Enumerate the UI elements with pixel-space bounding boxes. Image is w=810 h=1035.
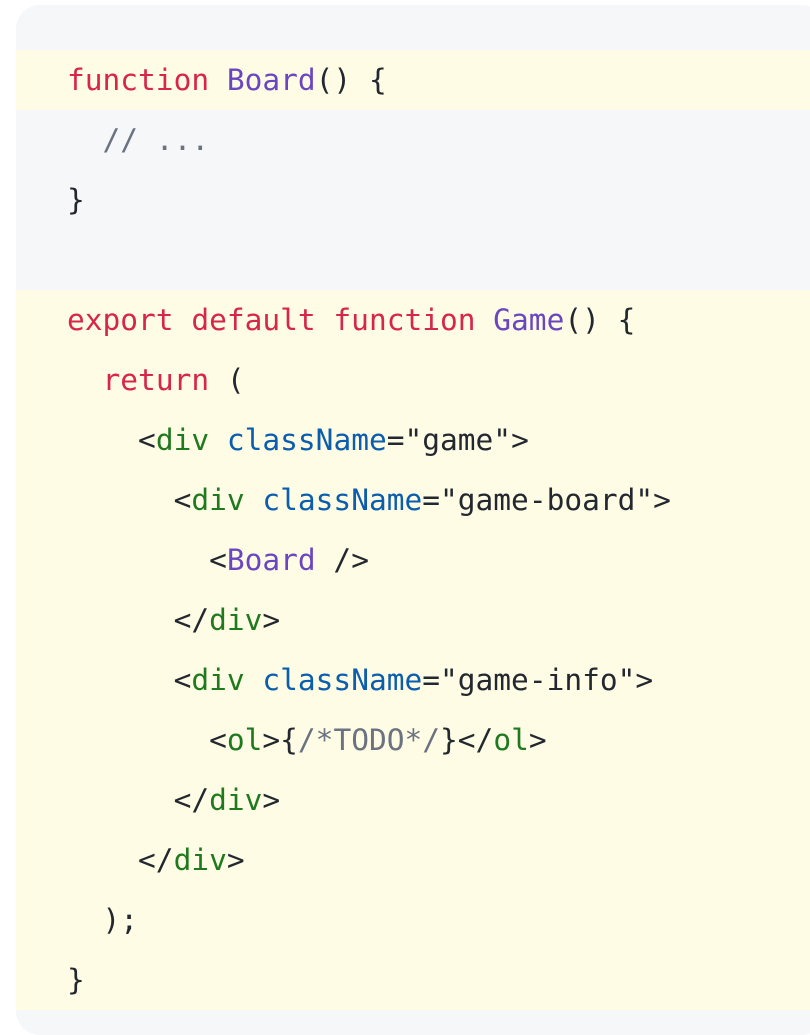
code-token: // ... [67, 123, 210, 157]
code-token: div [209, 783, 263, 817]
code-token: </ [67, 783, 210, 817]
code-token: /*TODO*/ [297, 723, 441, 757]
code-token: "game-board" [440, 483, 654, 517]
page-background: function Board() { // ...} export default… [0, 0, 810, 1035]
code-line: } [16, 950, 810, 1010]
code-token: < [67, 543, 227, 577]
code-token: function [67, 63, 227, 97]
code-token: > [262, 783, 281, 817]
code-token: div [209, 603, 263, 637]
code-token: > [262, 603, 281, 637]
code-line: <div className="game"> [16, 410, 810, 470]
code-token: }</ [440, 723, 494, 757]
code-token: < [67, 723, 227, 757]
code-token: div [155, 423, 210, 457]
code-token: </ [67, 603, 210, 637]
code-token: } [67, 183, 85, 217]
code-token: > [511, 423, 529, 457]
code-line: return ( [16, 350, 810, 410]
code-token: >{ [262, 723, 298, 757]
code-line: </div> [16, 590, 810, 650]
code-token: = [422, 483, 441, 517]
code-token: /> [315, 543, 369, 577]
code-line: <Board /> [16, 530, 810, 590]
code-token: return [102, 363, 210, 397]
code-token: ); [67, 903, 139, 937]
code-token: } [67, 963, 85, 997]
code-line: <div className="game-board"> [16, 470, 810, 530]
code-token: () { [315, 63, 387, 97]
code-token: ol [493, 723, 529, 757]
code-line: </div> [16, 770, 810, 830]
code-token: > [653, 483, 671, 517]
code-token: className [262, 663, 423, 697]
code-token: </ [67, 843, 174, 877]
code-token: function [333, 303, 494, 337]
code-token: className [226, 423, 387, 457]
code-token: Game [493, 303, 565, 337]
code-token: Board [226, 543, 316, 577]
code-line: // ... [16, 110, 810, 170]
code-token: > [226, 843, 245, 877]
code-line: </div> [16, 830, 810, 890]
code-token: = [422, 663, 441, 697]
code-line: <ol>{/*TODO*/}</ol> [16, 710, 810, 770]
code-line: } [16, 170, 810, 230]
code-lines: function Board() { // ...} export default… [16, 50, 810, 1010]
code-token: div [191, 483, 245, 517]
code-token: div [191, 663, 245, 697]
code-line: <div className="game-info"> [16, 650, 810, 710]
code-token: > [528, 723, 547, 757]
code-token: < [67, 423, 156, 457]
code-token: "game-info" [440, 663, 636, 697]
code-token: < [67, 663, 192, 697]
code-token: ol [226, 723, 263, 757]
code-token: ( [209, 363, 245, 397]
code-token: > [635, 663, 654, 697]
code-token: className [262, 483, 423, 517]
code-token: default [191, 303, 334, 337]
code-line: function Board() { [16, 50, 810, 110]
code-token: "game" [404, 423, 512, 457]
code-token: Board [226, 63, 316, 97]
code-line: export default function Game() { [16, 290, 810, 350]
code-token: < [67, 483, 192, 517]
code-token: export [67, 303, 192, 337]
code-line: ); [16, 890, 810, 950]
code-token: = [386, 423, 405, 457]
code-token: () { [564, 303, 636, 337]
code-token: div [173, 843, 227, 877]
code-block: function Board() { // ...} export default… [16, 5, 810, 1035]
